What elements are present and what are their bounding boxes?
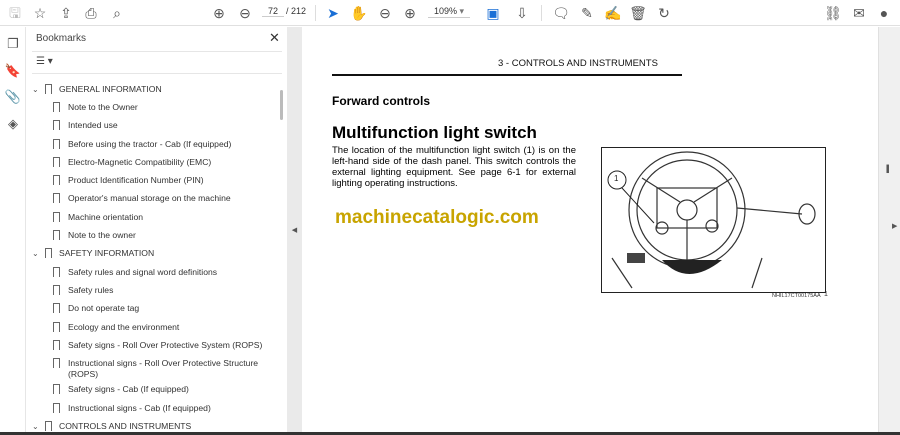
page-title: Multifunction light switch <box>332 123 537 142</box>
chevron-down-icon[interactable]: ⌄ <box>32 84 39 95</box>
comment-icon[interactable]: 🗨 <box>552 4 570 22</box>
bookmark-flag-icon <box>45 84 52 94</box>
bookmark-label: Instructional signs - Roll Over Protecti… <box>68 358 259 379</box>
zoom-value: 109% <box>433 6 457 16</box>
hand-tool-icon[interactable]: ✋ <box>350 4 368 22</box>
account-icon[interactable]: ● <box>875 4 893 22</box>
document-viewer: 3 - CONTROLS AND INSTRUMENTS Forward con… <box>302 27 900 435</box>
section-heading: Forward controls <box>332 94 431 108</box>
bookmark-flag-icon <box>45 248 52 258</box>
bookmark-label: Electro-Magnetic Compatibility (EMC) <box>68 157 212 167</box>
bookmark-flag-icon <box>53 175 60 185</box>
scroll-handle-icon[interactable]: ▐ <box>884 166 889 173</box>
attachment-icon[interactable]: 📎 <box>4 89 22 107</box>
page-header: 3 - CONTROLS AND INSTRUMENTS <box>498 58 658 69</box>
bookmark-flag-icon <box>53 322 60 332</box>
page-fit-icon[interactable]: ▣ <box>484 4 502 22</box>
bookmark-flag-icon <box>53 403 60 413</box>
document-scrollbar[interactable]: ▐ <box>878 27 900 435</box>
bookmark-flag-icon <box>45 421 52 431</box>
figure-number: 1 <box>824 291 828 298</box>
chevron-down-icon[interactable]: ⌄ <box>32 421 39 432</box>
watermark: machinecatalogic.com <box>335 207 539 228</box>
zoom-select[interactable]: 109% ▾ <box>428 6 470 18</box>
cloud-upload-icon[interactable]: ⇪ <box>57 4 75 22</box>
bookmark-label: Do not operate tag <box>68 303 140 313</box>
bookmarks-panel: Bookmarks ✕ ☰ ▾ ⌄ GENERAL INFORMATION Note… <box>26 27 286 435</box>
divider <box>32 73 282 74</box>
bookmark-flag-icon <box>53 303 60 313</box>
left-rail: ❐ 🔖 📎 ◈ <box>0 27 26 435</box>
bookmark-label: Product Identification Number (PIN) <box>68 175 204 185</box>
bookmark-label: Operator's manual storage on the machine <box>68 193 231 203</box>
bookmark-flag-icon <box>53 340 60 350</box>
zoom-in-icon[interactable]: ⊕ <box>401 4 419 22</box>
next-page-icon[interactable]: ⊖ <box>236 4 254 22</box>
print-icon[interactable]: ⎙ <box>82 4 100 22</box>
steering-wheel-illustration <box>607 151 816 289</box>
bookmark-label: Safety signs - Cab (If equipped) <box>68 384 189 394</box>
scroll-mode-icon[interactable]: ⇩ <box>513 4 531 22</box>
page-total: / 212 <box>286 6 307 16</box>
bookmark-label: Note to the owner <box>68 230 136 240</box>
header-rule <box>332 74 682 76</box>
bookmark-flag-icon <box>53 267 60 277</box>
bookmark-flag-icon <box>53 139 60 149</box>
toolbar: 🖫 ☆ ⇪ ⎙ ⌕ ⊕ ⊖ 72 / 212 ➤ ✋ ⊖ ⊕ 109% ▾ ▣ … <box>0 0 900 26</box>
bookmark-flag-icon <box>53 384 60 394</box>
bookmark-label: GENERAL INFORMATION <box>59 84 162 94</box>
panel-collapse-handle[interactable]: ◀ <box>287 27 302 435</box>
panel-scrollbar[interactable] <box>280 90 283 120</box>
panel-title: Bookmarks <box>36 33 87 44</box>
bookmark-flag-icon <box>53 120 60 130</box>
star-icon[interactable]: ☆ <box>31 4 49 22</box>
highlight-pen-icon[interactable]: ✎ <box>578 4 596 22</box>
bookmark-flag-icon <box>53 230 60 240</box>
bookmark-label: Instructional signs - Cab (If equipped) <box>68 403 211 413</box>
bookmark-label: Safety rules and signal word definitions <box>68 267 218 277</box>
bookmark-label: Note to the Owner <box>68 102 138 112</box>
rotate-icon[interactable]: ↻ <box>655 4 673 22</box>
close-panel-button[interactable]: ✕ <box>269 30 280 46</box>
bookmark-flag-icon <box>53 358 60 368</box>
delete-icon[interactable]: 🗑 <box>629 4 647 22</box>
chevron-down-icon[interactable]: ⌄ <box>32 248 39 259</box>
figure-caption: NHIL17CT00175AA <box>772 293 821 299</box>
bookmark-label: Intended use <box>68 120 118 130</box>
divider <box>541 5 542 21</box>
save-icon[interactable]: 🖫 <box>6 4 24 22</box>
zoom-out-icon[interactable]: ⊖ <box>376 4 394 22</box>
page-thumbnails-icon[interactable]: ❐ <box>4 36 22 54</box>
page-number-input[interactable]: 72 <box>262 6 284 17</box>
previous-page-icon[interactable]: ⊕ <box>210 4 228 22</box>
bookmark-flag-icon <box>53 157 60 167</box>
email-icon[interactable]: ✉ <box>850 4 868 22</box>
bookmark-flag-icon <box>53 285 60 295</box>
bookmark-label: Before using the tractor - Cab (If equip… <box>68 139 232 149</box>
bookmark-label: Safety rules <box>68 285 114 295</box>
bookmark-flag-icon <box>53 212 60 222</box>
bookmark-label: CONTROLS AND INSTRUMENTS <box>59 421 192 431</box>
bookmark-flag-icon <box>53 102 60 112</box>
sign-icon[interactable]: ✍ <box>604 4 622 22</box>
body-paragraph: The location of the multifunction light … <box>332 145 576 189</box>
bookmark-label: SAFETY INFORMATION <box>59 248 155 258</box>
figure-callout: 1 <box>614 174 619 183</box>
expand-right-icon[interactable]: ▶ <box>892 222 897 230</box>
search-icon[interactable]: ⌕ <box>108 4 126 22</box>
divider <box>315 5 316 21</box>
dashboard-figure: 1 <box>601 147 826 293</box>
select-cursor-icon[interactable]: ➤ <box>324 4 342 22</box>
share-link-icon[interactable]: ⛓ <box>824 4 842 22</box>
bookmark-label: Ecology and the environment <box>68 322 180 332</box>
bookmark-label: Safety signs - Roll Over Protective Syst… <box>68 340 263 350</box>
layers-icon[interactable]: ◈ <box>4 116 22 134</box>
divider <box>32 51 282 52</box>
bookmark-options-button[interactable]: ☰ ▾ <box>36 56 53 67</box>
bookmark-icon[interactable]: 🔖 <box>4 63 22 81</box>
bookmark-label: Machine orientation <box>68 212 144 222</box>
bookmark-flag-icon <box>53 193 60 203</box>
